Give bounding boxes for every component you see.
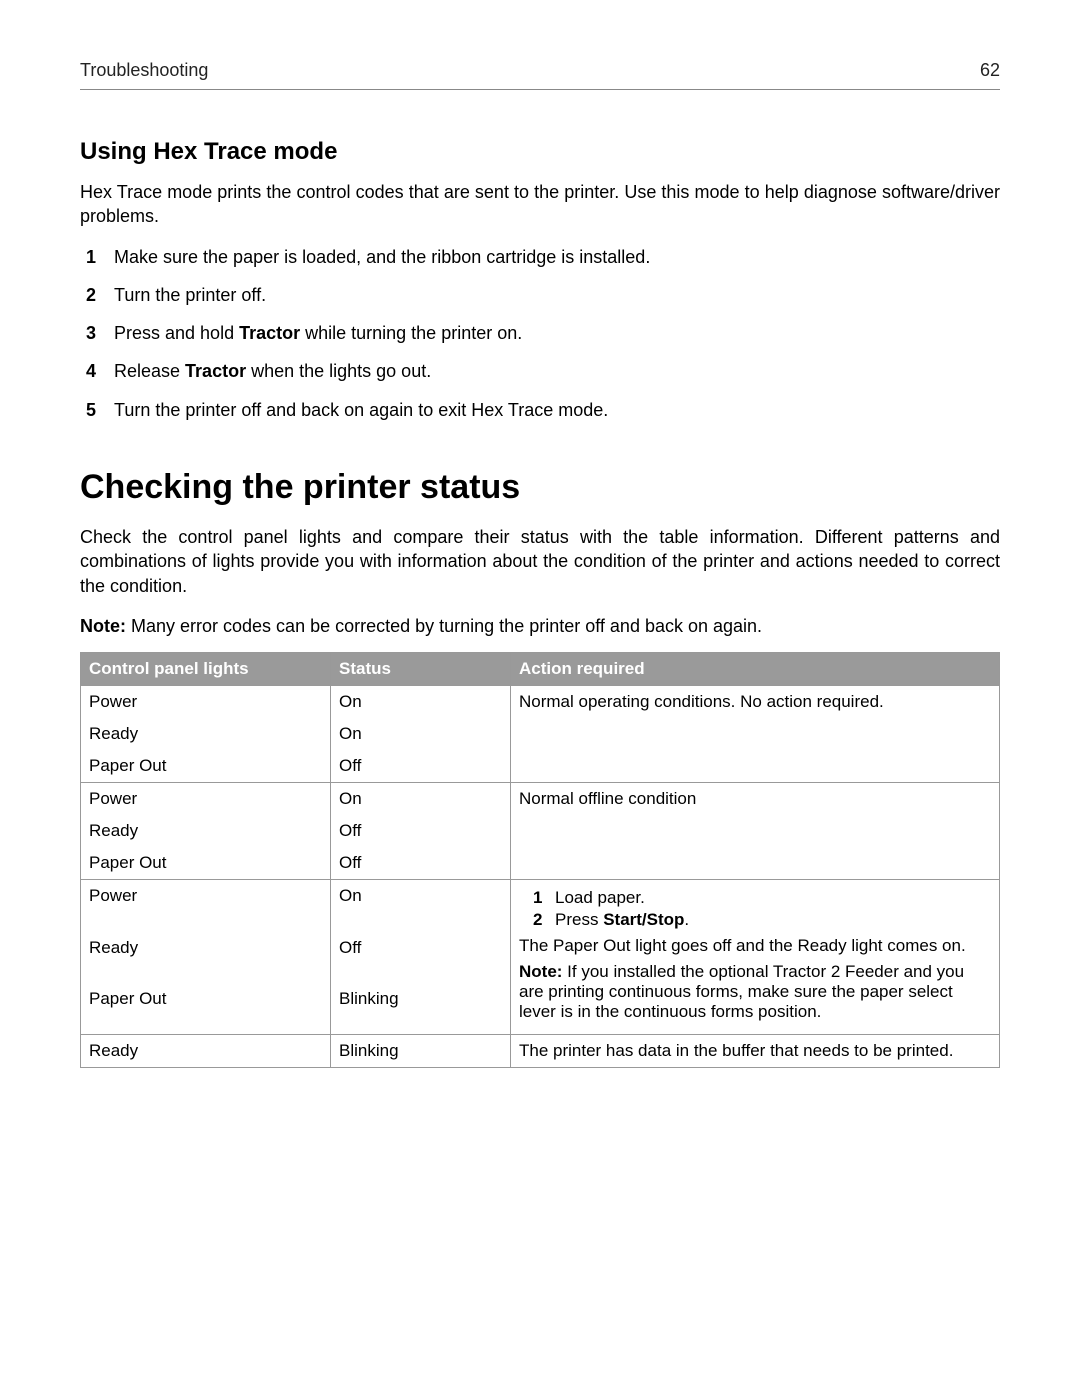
light-status: Blinking	[331, 983, 511, 1035]
action-after: The Paper Out light goes off and the Rea…	[519, 936, 991, 956]
step-3: Press and hold Tractor while turning the…	[86, 321, 1000, 345]
action-steps: Load paper. Press Start/Stop.	[533, 888, 991, 930]
col-action: Action required	[511, 653, 1000, 686]
step-4-bold: Tractor	[185, 361, 246, 381]
step-4: Release Tractor when the lights go out.	[86, 359, 1000, 383]
action-step-2-pre: Press	[555, 910, 603, 929]
table-row: Power On Normal operating conditions. No…	[81, 686, 1000, 719]
document-page: Troubleshooting 62 Using Hex Trace mode …	[0, 0, 1080, 1128]
hex-trace-heading: Using Hex Trace mode	[80, 138, 1000, 166]
light-status: On	[331, 880, 511, 932]
step-2: Turn the printer off.	[86, 283, 1000, 307]
light-status: Off	[331, 815, 511, 847]
step-5: Turn the printer off and back on again t…	[86, 398, 1000, 422]
action-step-1: Load paper.	[533, 888, 991, 908]
note-label: Note:	[80, 616, 126, 636]
light-name: Ready	[81, 1035, 331, 1068]
step-3-post: while turning the printer on.	[300, 323, 522, 343]
action-step-2-post: .	[684, 910, 689, 929]
light-name: Ready	[81, 815, 331, 847]
light-status: On	[331, 783, 511, 816]
light-name: Ready	[81, 932, 331, 983]
checking-status-intro: Check the control panel lights and compa…	[80, 525, 1000, 598]
light-name: Paper Out	[81, 983, 331, 1035]
step-3-pre: Press and hold	[114, 323, 239, 343]
action-note: Note: If you installed the optional Trac…	[519, 962, 991, 1022]
table-row: Ready Blinking The printer has data in t…	[81, 1035, 1000, 1068]
step-4-post: when the lights go out.	[246, 361, 431, 381]
action-step-2: Press Start/Stop.	[533, 910, 991, 930]
light-name: Power	[81, 880, 331, 932]
hex-trace-intro: Hex Trace mode prints the control codes …	[80, 180, 1000, 229]
light-name: Ready	[81, 718, 331, 750]
action-cell: Normal offline condition	[511, 783, 1000, 880]
action-cell: Load paper. Press Start/Stop. The Paper …	[511, 880, 1000, 1035]
action-note-label: Note:	[519, 962, 562, 981]
light-name: Paper Out	[81, 847, 331, 880]
light-status: On	[331, 686, 511, 719]
light-status: Off	[331, 932, 511, 983]
light-status: Off	[331, 750, 511, 783]
table-row: Power On Normal offline condition	[81, 783, 1000, 816]
light-name: Power	[81, 686, 331, 719]
light-status: Blinking	[331, 1035, 511, 1068]
checking-status-note: Note: Many error codes can be corrected …	[80, 614, 1000, 638]
action-cell: The printer has data in the buffer that …	[511, 1035, 1000, 1068]
page-number: 62	[980, 60, 1000, 81]
hex-trace-steps: Make sure the paper is loaded, and the r…	[86, 245, 1000, 422]
action-step-2-bold: Start/Stop	[603, 910, 684, 929]
checking-status-heading: Checking the printer status	[80, 468, 1000, 507]
light-name: Power	[81, 783, 331, 816]
status-table: Control panel lights Status Action requi…	[80, 652, 1000, 1068]
light-status: Off	[331, 847, 511, 880]
table-row: Power On Load paper. Press Start/Stop. T…	[81, 880, 1000, 932]
action-cell: Normal operating conditions. No action r…	[511, 686, 1000, 783]
action-note-text: If you installed the optional Tractor 2 …	[519, 962, 964, 1021]
step-3-bold: Tractor	[239, 323, 300, 343]
running-header: Troubleshooting 62	[80, 60, 1000, 90]
col-lights: Control panel lights	[81, 653, 331, 686]
light-name: Paper Out	[81, 750, 331, 783]
step-1: Make sure the paper is loaded, and the r…	[86, 245, 1000, 269]
step-4-pre: Release	[114, 361, 185, 381]
section-title: Troubleshooting	[80, 60, 208, 81]
table-header-row: Control panel lights Status Action requi…	[81, 653, 1000, 686]
light-status: On	[331, 718, 511, 750]
note-text: Many error codes can be corrected by tur…	[126, 616, 762, 636]
col-status: Status	[331, 653, 511, 686]
